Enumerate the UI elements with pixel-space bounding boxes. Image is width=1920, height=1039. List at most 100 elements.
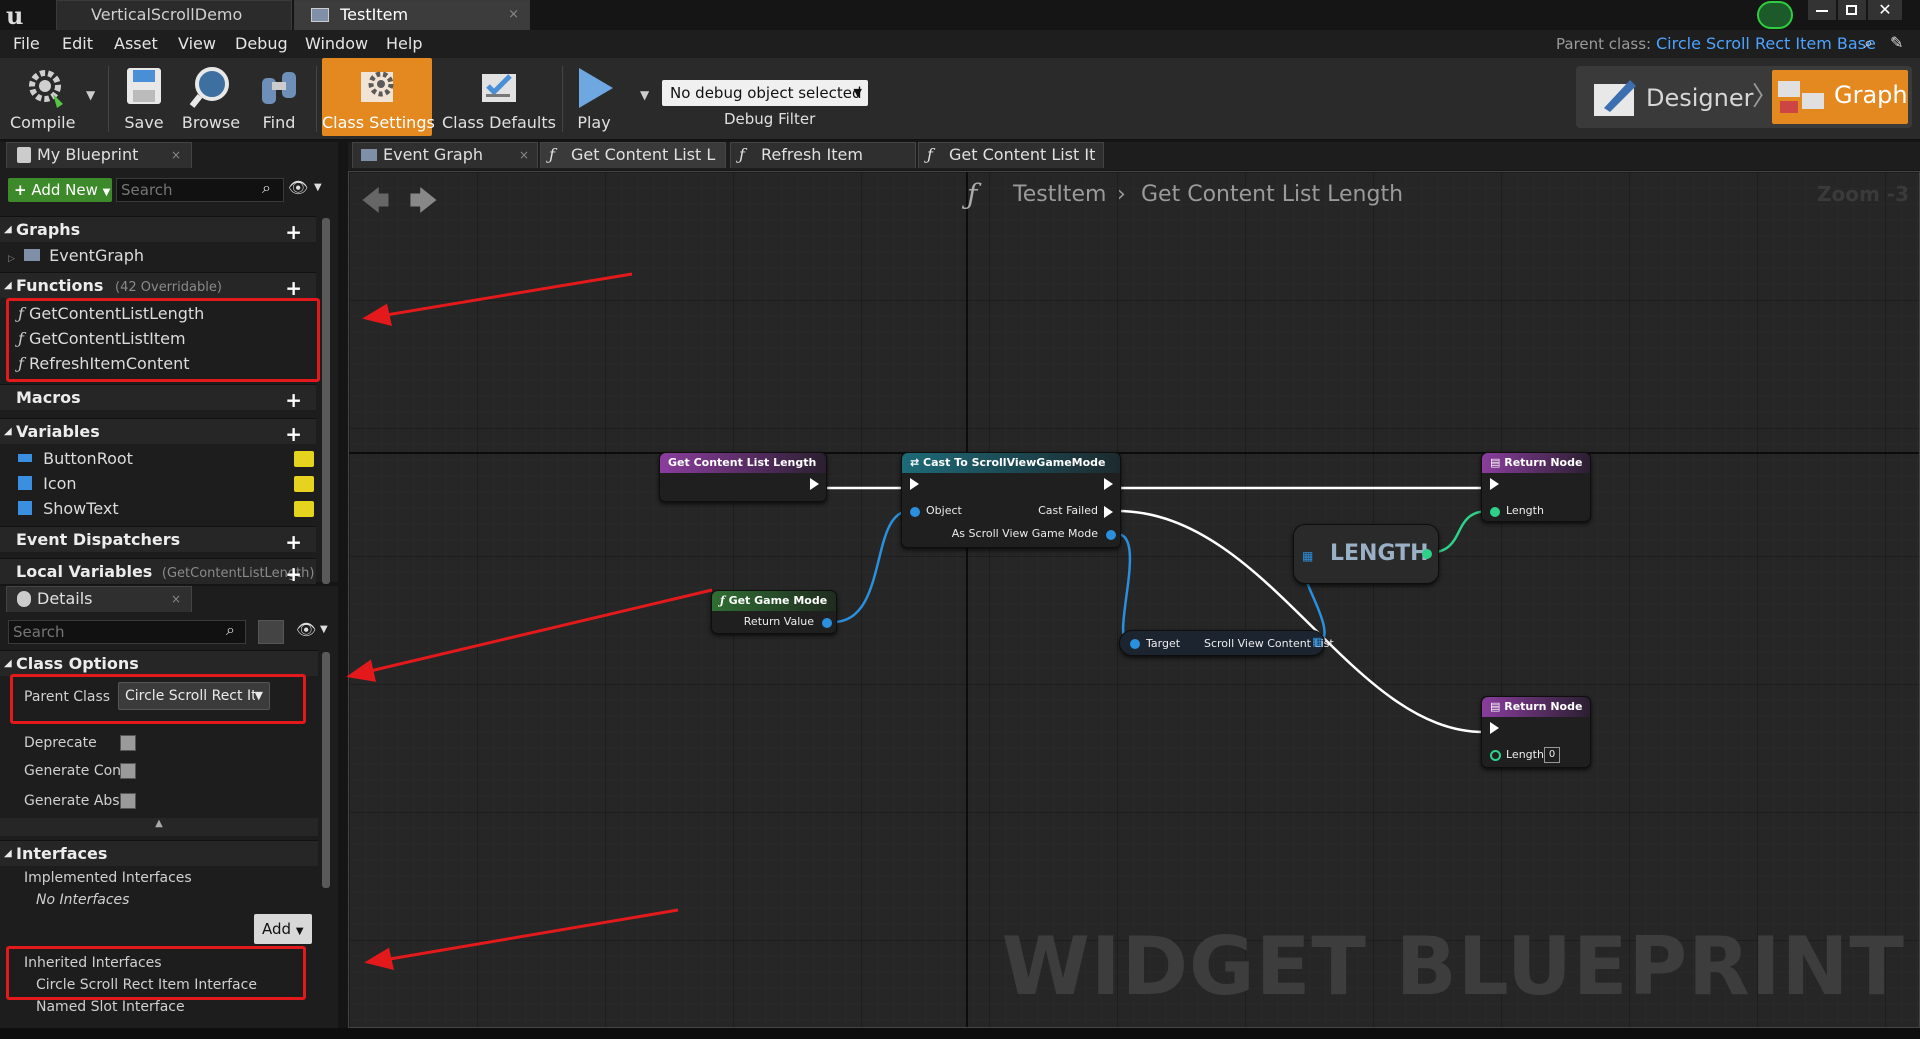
doc-tab-testitem[interactable]: TestItem × [294,0,530,30]
event-graph-item[interactable]: ▷ EventGraph [8,244,144,271]
node-return-2[interactable]: ▤ Return Node Length 0 [1481,696,1591,768]
details-scrollbar[interactable] [322,652,330,888]
graphs-section-header[interactable]: ◢ Graphs + [0,216,316,245]
play-button[interactable]: Play [566,58,622,136]
class-settings-button[interactable]: Class Settings [322,58,435,136]
my-blueprint-tab[interactable]: My Blueprint × [6,142,192,168]
tab-refresh-item-content[interactable]: ƒ Refresh Item Conte [730,142,916,188]
compile-options-chevron-icon[interactable]: ▼ [86,88,95,102]
browse-button[interactable]: Browse [178,58,244,136]
my-blueprint-scrollbar[interactable] [322,218,330,584]
exec-in-pin-icon[interactable] [1490,722,1499,734]
exec-out-pin-icon[interactable] [1104,506,1113,518]
add-new-button[interactable]: + Add New ▼ [8,178,112,202]
target-pin-icon[interactable] [1130,639,1140,649]
node-cast[interactable]: ⇄ Cast To ScrollViewGameMode Object Cast… [901,452,1121,548]
class-defaults-button[interactable]: Class Defaults [442,58,556,136]
details-search-input[interactable] [8,620,246,644]
deprecate-checkbox[interactable] [120,735,136,751]
close-tab-icon[interactable]: × [171,587,181,611]
browse-parent-icon[interactable]: ⌕ [1864,33,1873,53]
chevron-down-icon[interactable]: ▼ [320,624,328,635]
menu-edit[interactable]: Edit [62,34,93,53]
close-tab-icon[interactable]: × [519,143,529,167]
object-out-pin-icon[interactable] [822,618,832,628]
menu-debug[interactable]: Debug [235,34,288,53]
object-out-pin-icon[interactable] [1106,530,1116,540]
edit-parent-icon[interactable]: ✎ [1890,33,1903,52]
exec-out-pin-icon[interactable] [1104,478,1113,490]
menu-help[interactable]: Help [386,34,422,53]
tab-get-content-list-item[interactable]: ƒ Get Content List It [918,142,1104,168]
visibility-eye-icon[interactable]: 👁 [288,178,308,197]
source-control-icon[interactable] [1757,1,1793,29]
visibility-eye-icon[interactable]: 👁 [296,620,316,639]
length-default-input[interactable]: 0 [1544,747,1560,763]
int-in-pin-icon[interactable] [1490,750,1501,761]
exec-out-pin-icon[interactable] [810,478,819,490]
close-tab-icon[interactable]: × [171,143,181,167]
find-button[interactable]: Find [250,58,308,136]
unreal-logo-icon[interactable]: u [4,1,34,30]
int-out-pin-icon[interactable] [1422,549,1432,559]
menu-asset[interactable]: Asset [114,34,158,53]
play-options-chevron-icon[interactable]: ▼ [640,88,649,102]
tab-event-graph[interactable]: Event Graph × [352,142,538,168]
functions-section-header[interactable]: ◢ Functions (42 Overridable) + [0,272,316,300]
debug-object-dropdown[interactable]: No debug object selected ▼ [662,80,868,106]
add-graph-plus-icon[interactable]: + [285,219,302,245]
generate-con-checkbox[interactable] [120,763,136,779]
chevron-down-icon[interactable]: ▼ [314,182,322,193]
compile-button[interactable]: Compile [4,58,88,136]
variables-section-header[interactable]: ◢ Variables + [0,418,316,447]
menu-view[interactable]: View [178,34,216,53]
minimize-icon[interactable] [1808,0,1836,20]
variable-item-icon[interactable]: Icon [18,472,314,496]
visibility-eye-icon[interactable] [294,476,314,492]
menu-window[interactable]: Window [305,34,368,53]
doc-tab-verticalscrolldemo[interactable]: VerticalScrollDemo [56,0,292,30]
visibility-eye-icon[interactable] [294,451,314,467]
close-window-icon[interactable]: ✕ [1868,0,1902,20]
tab-get-content-list-length[interactable]: ƒ Get Content List L [540,142,726,168]
interfaces-section-header[interactable]: ◢ Interfaces [0,840,318,866]
menu-file[interactable]: File [13,34,40,53]
class-options-section-header[interactable]: ◢ Class Options [0,650,318,676]
add-dispatcher-plus-icon[interactable]: + [285,529,302,555]
array-out-pin-icon[interactable]: ▦ [1312,635,1322,648]
exec-in-pin-icon[interactable] [1490,478,1499,490]
add-variable-plus-icon[interactable]: + [285,421,302,447]
my-blueprint-search-input[interactable] [116,178,284,202]
exec-in-pin-icon[interactable] [910,478,919,490]
add-macro-plus-icon[interactable]: + [285,387,302,413]
add-local-variable-plus-icon[interactable]: + [285,561,302,587]
designer-mode-button[interactable]: Designer [1586,72,1754,124]
add-interface-button[interactable]: Add ▼ [254,914,312,944]
node-get-game-mode[interactable]: ƒ Get Game Mode Return Value [711,590,837,634]
details-tab[interactable]: Details × [6,586,192,612]
node-array-length[interactable]: ▦ LENGTH [1293,524,1439,584]
int-in-pin-icon[interactable] [1490,507,1500,517]
property-matrix-icon[interactable] [258,620,284,644]
forward-arrow-icon[interactable]: 🡆 [409,180,438,228]
event-dispatchers-section-header[interactable]: Event Dispatchers + [0,526,316,555]
variable-item-showtext[interactable]: ShowText [18,497,314,521]
variable-item-buttonroot[interactable]: ButtonRoot [18,447,314,471]
back-arrow-icon[interactable]: 🡄 [361,180,390,228]
breadcrumb-blueprint[interactable]: TestItem [1013,182,1106,207]
node-return-1[interactable]: ▤ Return Node Length [1481,452,1591,522]
graph-canvas[interactable]: 🡄 🡆 ƒ TestItem › Get Content List Length… [348,171,1920,1028]
parent-class-link[interactable]: Circle Scroll Rect Item Base [1656,34,1876,53]
macros-section-header[interactable]: Macros + [0,384,316,413]
save-button[interactable]: Save [116,58,172,136]
local-variables-section-header[interactable]: Local Variables (GetContentListLength) + [0,558,316,587]
restore-icon[interactable] [1838,0,1866,20]
array-in-pin-icon[interactable]: ▦ [1302,549,1313,563]
generate-abs-checkbox[interactable] [120,793,136,809]
graph-mode-button[interactable]: Graph [1772,70,1908,124]
node-function-entry[interactable]: Get Content List Length [659,452,827,502]
object-pin-icon[interactable] [910,507,920,517]
close-tab-icon[interactable]: × [508,1,519,29]
visibility-eye-icon[interactable] [294,501,314,517]
node-get-scroll-view-content-list[interactable]: Target Scroll View Content List ▦ [1119,630,1334,656]
